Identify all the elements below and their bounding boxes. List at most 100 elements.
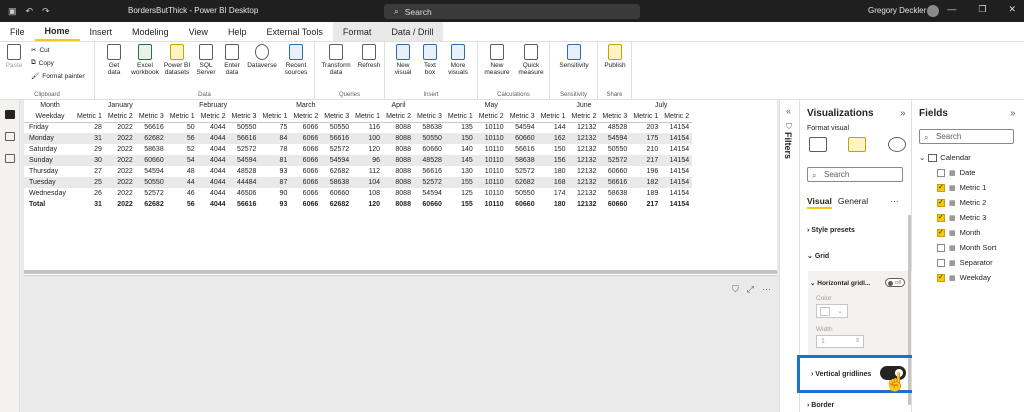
matrix-visual[interactable]: Month January February March April May J… xyxy=(24,100,777,276)
tab-insert[interactable]: Insert xyxy=(80,22,123,41)
get-data-button[interactable]: Get data xyxy=(103,44,125,76)
more-visuals-button[interactable]: More visuals xyxy=(444,44,472,76)
tab-format[interactable]: Format xyxy=(332,22,382,41)
metric-header[interactable]: Metric 2 xyxy=(568,111,600,123)
tab-external-tools[interactable]: External Tools xyxy=(256,22,332,41)
horizontal-gridlines-header[interactable]: ⌄ Horizontal gridl... xyxy=(810,279,870,287)
pbi-datasets-button[interactable]: Power BI datasets xyxy=(163,44,191,76)
quick-measure-button[interactable]: Quick measure xyxy=(516,44,546,76)
table-row[interactable]: Wednesday 26 2022 52572 46 4044 46506 90 6066 606… xyxy=(24,188,692,199)
minimize-icon[interactable]: — xyxy=(947,4,956,15)
month-header[interactable]: April xyxy=(352,100,445,111)
horizontal-scrollbar[interactable] xyxy=(24,270,777,274)
metric-header[interactable]: Metric 3 xyxy=(321,111,353,123)
model-view-icon[interactable] xyxy=(5,154,15,163)
month-header[interactable]: March xyxy=(259,100,352,111)
horizontal-gridlines-toggle[interactable]: Off xyxy=(885,278,905,287)
metric-header[interactable]: Metric 3 xyxy=(506,111,538,123)
field-item[interactable]: ▦Month xyxy=(937,228,980,237)
tab-view[interactable]: View xyxy=(179,22,218,41)
metric-header[interactable]: Metric 3 xyxy=(135,111,167,123)
month-header[interactable]: February xyxy=(167,100,260,111)
publish-button[interactable]: Publish xyxy=(600,44,630,69)
build-visual-icon[interactable] xyxy=(809,137,827,152)
analytics-icon[interactable] xyxy=(888,137,906,152)
field-item[interactable]: ▦Metric 2 xyxy=(937,198,986,207)
enter-data-button[interactable]: Enter data xyxy=(221,44,243,76)
metric-header[interactable]: Metric 1 xyxy=(352,111,384,123)
close-icon[interactable]: ✕ xyxy=(1008,4,1016,15)
style-presets-section[interactable]: › Style presets xyxy=(807,227,855,234)
recent-sources-button[interactable]: Recent sources xyxy=(281,44,311,76)
field-checkbox[interactable] xyxy=(937,228,945,237)
avatar[interactable] xyxy=(927,5,939,17)
field-item[interactable]: ▦ Separator xyxy=(937,258,993,267)
metric-header[interactable]: Metric 2 xyxy=(197,111,229,123)
field-checkbox[interactable] xyxy=(937,273,945,282)
user-name[interactable]: Gregory Deckler xyxy=(868,6,926,15)
new-visual-button[interactable]: New visual xyxy=(391,44,415,76)
metric-header[interactable]: Metric 1 xyxy=(537,111,569,123)
new-measure-button[interactable]: New measure xyxy=(482,44,512,76)
transform-data-button[interactable]: Transform data xyxy=(319,44,353,76)
format-brush-icon[interactable] xyxy=(848,137,866,152)
metric-header[interactable]: Metric 1 xyxy=(166,111,198,123)
more-options-icon[interactable]: ··· xyxy=(890,196,899,209)
metric-header[interactable]: Metric 1 xyxy=(444,111,476,123)
focus-mode-icon[interactable]: ⤢ xyxy=(747,284,754,295)
field-item[interactable]: ▦ Date xyxy=(937,168,975,177)
undo-icon[interactable]: ↶ xyxy=(26,6,34,17)
cut-button[interactable]: ✂ Cut xyxy=(31,46,50,55)
table-calendar[interactable]: ⌄ Calendar xyxy=(919,153,971,162)
field-item[interactable]: ▦Metric 3 xyxy=(937,213,986,222)
metric-header[interactable]: Metric 2 xyxy=(290,111,322,123)
metric-header[interactable]: Metric 2 xyxy=(383,111,414,123)
sensitivity-button[interactable]: Sensitivity xyxy=(554,44,594,69)
expand-chevron-icon[interactable]: « xyxy=(786,106,791,116)
stepper-icon[interactable]: ⇕ xyxy=(855,336,860,347)
month-header[interactable]: January xyxy=(74,100,167,111)
border-section[interactable]: › Border xyxy=(807,402,834,409)
save-icon[interactable]: ▣ xyxy=(8,6,17,17)
month-header[interactable]: June xyxy=(538,100,631,111)
collapse-chevron-icon[interactable]: » xyxy=(900,108,906,119)
grid-section[interactable]: ⌄ Grid xyxy=(807,252,829,260)
field-item[interactable]: ▦ Month Sort xyxy=(937,243,996,252)
collapse-chevron-icon[interactable]: » xyxy=(1010,108,1016,119)
field-item[interactable]: ▦Weekday xyxy=(937,273,991,282)
metric-header[interactable]: Metric 1 xyxy=(630,111,662,123)
month-header[interactable]: July xyxy=(630,100,692,111)
metric-header[interactable]: Metric 2 xyxy=(661,111,693,123)
metric-header[interactable]: Metric 2 xyxy=(104,111,136,123)
text-box-button[interactable]: Text box xyxy=(419,44,441,76)
table-row[interactable]: Tuesday 25 2022 50550 44 4044 44484 87 6066 58638… xyxy=(24,177,693,188)
format-painter-button[interactable]: 🖌 Format painter xyxy=(31,72,85,81)
copy-button[interactable]: ⧉ Copy xyxy=(31,59,54,67)
search-box[interactable]: ⌕ Search xyxy=(384,4,640,19)
field-checkbox[interactable] xyxy=(937,198,945,207)
filter-icon[interactable]: ⛉ xyxy=(732,284,739,295)
tab-modeling[interactable]: Modeling xyxy=(122,22,179,41)
table-row[interactable]: Saturday 29 2022 58638 52 4044 52572 78 6066 5257… xyxy=(24,144,692,155)
metric-header[interactable]: Metric 2 xyxy=(475,111,507,123)
metric-header[interactable]: Metric 1 xyxy=(259,111,291,123)
tab-visual[interactable]: Visual xyxy=(807,196,832,209)
redo-icon[interactable]: ↷ xyxy=(42,6,50,17)
excel-button[interactable]: Excel workbook xyxy=(131,44,159,76)
field-checkbox[interactable] xyxy=(937,168,945,177)
width-input[interactable]: 1 ⇕ xyxy=(816,335,864,348)
table-row[interactable]: Sunday 30 2022 60660 54 4044 54594 81 6066 54594 9… xyxy=(24,155,693,166)
metric-header[interactable]: Metric 3 xyxy=(599,111,631,123)
sql-server-button[interactable]: SQL Server xyxy=(195,44,217,76)
table-row[interactable]: Friday 28 2022 56616 50 4044 50550 75 6066 50550 1… xyxy=(24,122,692,133)
field-item[interactable]: ▦Metric 1 xyxy=(937,183,986,192)
more-options-icon[interactable]: ··· xyxy=(762,284,771,295)
tab-help[interactable]: Help xyxy=(218,22,257,41)
dataverse-button[interactable]: Dataverse xyxy=(246,44,278,69)
metric-header[interactable]: Metric 3 xyxy=(413,111,445,123)
refresh-button[interactable]: Refresh xyxy=(355,44,383,69)
table-row[interactable]: Monday 31 2022 62682 56 4044 56616 84 6066 56616 1… xyxy=(24,133,693,144)
tab-general[interactable]: General xyxy=(838,196,868,209)
metric-header[interactable]: Metric 3 xyxy=(228,111,260,123)
fields-search-input[interactable]: ⌕ Search xyxy=(919,129,1014,144)
